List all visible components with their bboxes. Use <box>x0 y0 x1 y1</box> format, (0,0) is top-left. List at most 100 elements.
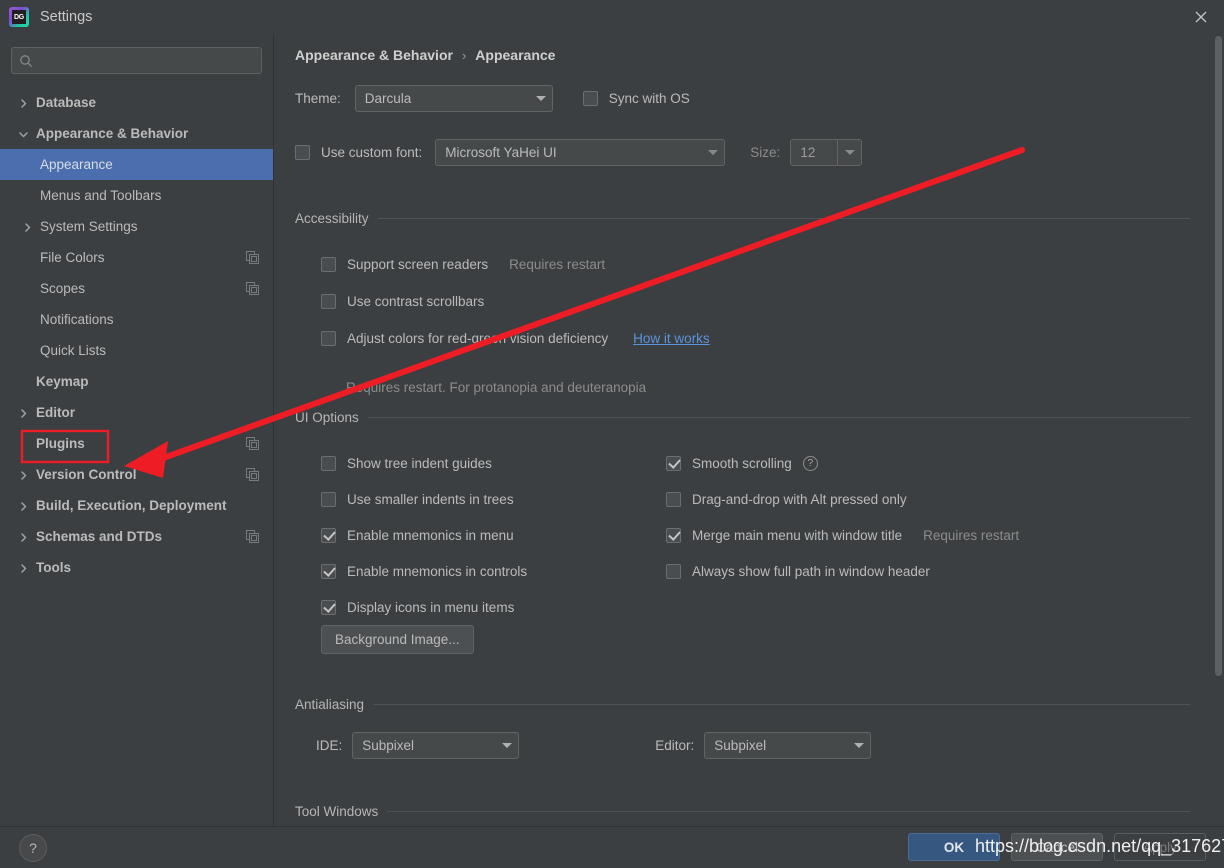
content-scrollbar[interactable] <box>1213 34 1224 826</box>
sidebar-item-scopes[interactable]: Scopes <box>0 273 273 304</box>
sidebar-item-editor[interactable]: Editor <box>0 397 273 428</box>
checkbox-row[interactable]: Display icons in menu items <box>321 589 527 625</box>
checkbox-row[interactable]: Use contrast scrollbars <box>321 283 710 320</box>
checkbox-row[interactable]: Enable mnemonics in controls <box>321 553 527 589</box>
chevron-right-icon[interactable] <box>18 469 29 480</box>
chevron-down-icon <box>702 150 724 155</box>
sidebar-item-menus-and-toolbars[interactable]: Menus and Toolbars <box>0 180 273 211</box>
chevron-right-icon[interactable] <box>18 97 29 108</box>
settings-sidebar: Database Appearance & Behavior Appearance M… <box>0 34 274 826</box>
checkbox-row[interactable]: Adjust colors for red-green vision defic… <box>321 320 710 357</box>
font-size-value: 12 <box>800 145 816 160</box>
copy-settings-icon[interactable] <box>246 251 259 264</box>
section-divider <box>367 417 1190 418</box>
help-button[interactable]: ? <box>19 834 47 862</box>
checkbox-box[interactable] <box>666 563 681 579</box>
sidebar-item-label: Keymap <box>36 374 89 389</box>
sidebar-item-tools[interactable]: Tools <box>0 552 273 583</box>
sidebar-item-plugins[interactable]: Plugins <box>0 428 273 459</box>
editor-antialiasing-value: Subpixel <box>714 738 767 753</box>
checkbox-box[interactable] <box>321 599 336 615</box>
sidebar-item-version-control[interactable]: Version Control <box>0 459 273 490</box>
checkbox-row[interactable]: Merge main menu with window title Require… <box>666 517 1019 553</box>
copy-settings-icon[interactable] <box>246 437 259 450</box>
sidebar-item-system-settings[interactable]: System Settings <box>0 211 273 242</box>
sync-with-os-box[interactable] <box>582 91 598 106</box>
sidebar-item-label: Plugins <box>36 436 85 451</box>
use-custom-font-box[interactable] <box>295 145 310 160</box>
checkbox-box[interactable] <box>666 491 681 507</box>
sidebar-item-quick-lists[interactable]: Quick Lists <box>0 335 273 366</box>
search-field[interactable] <box>11 47 262 74</box>
copy-settings-icon[interactable] <box>246 282 259 295</box>
ide-antialiasing-select[interactable]: Subpixel <box>352 732 520 759</box>
ui-options-section-header: UI Options <box>295 410 1190 425</box>
title-bar: Settings <box>0 0 1224 34</box>
checkbox-box[interactable] <box>321 331 336 346</box>
ide-antialiasing-label: IDE: <box>316 738 343 753</box>
chevron-right-icon[interactable] <box>18 531 29 542</box>
sidebar-item-database[interactable]: Database <box>0 87 273 118</box>
theme-select[interactable]: Darcula <box>354 85 553 112</box>
sidebar-item-label: Notifications <box>40 312 114 327</box>
font-size-spinner[interactable]: 12 <box>790 139 863 166</box>
breadcrumb-root[interactable]: Appearance & Behavior <box>295 47 453 63</box>
editor-antialiasing-select[interactable]: Subpixel <box>704 732 872 759</box>
sidebar-item-appearance-behavior[interactable]: Appearance & Behavior <box>0 118 273 149</box>
chevron-right-icon[interactable] <box>18 500 29 511</box>
search-icon <box>19 54 33 68</box>
checkbox-row[interactable]: Use smaller indents in trees <box>321 481 527 517</box>
checkbox-box[interactable] <box>666 527 681 543</box>
antialiasing-title: Antialiasing <box>295 697 365 712</box>
requires-restart-note: Requires restart <box>509 257 606 272</box>
chevron-right-icon[interactable] <box>22 221 33 232</box>
checkbox-box[interactable] <box>321 491 336 507</box>
checkbox-box[interactable] <box>666 455 681 471</box>
theme-label: Theme: <box>295 91 341 106</box>
checkbox-box[interactable] <box>321 455 336 471</box>
checkbox-row[interactable]: Show tree indent guides <box>321 445 527 481</box>
close-icon[interactable] <box>1178 0 1224 34</box>
sync-with-os-checkbox[interactable]: Sync with OS <box>582 91 690 106</box>
checkbox-box[interactable] <box>321 294 336 309</box>
sidebar-item-appearance[interactable]: Appearance <box>0 149 273 180</box>
checkbox-label: Always show full path in window header <box>692 563 930 579</box>
checkbox-label: Use contrast scrollbars <box>347 294 485 309</box>
sidebar-item-file-colors[interactable]: File Colors <box>0 242 273 273</box>
section-divider <box>387 811 1190 812</box>
checkbox-row[interactable]: Always show full path in window header <box>666 553 1019 589</box>
font-family-value: Microsoft YaHei UI <box>445 145 557 160</box>
section-divider <box>377 218 1190 219</box>
settings-tree: Database Appearance & Behavior Appearance M… <box>0 87 273 583</box>
search-input[interactable] <box>38 48 254 73</box>
copy-settings-icon[interactable] <box>246 530 259 543</box>
chevron-down-icon[interactable] <box>837 140 861 165</box>
checkbox-box[interactable] <box>321 563 336 579</box>
tool-windows-title: Tool Windows <box>295 804 379 819</box>
use-custom-font-checkbox[interactable]: Use custom font: <box>295 145 422 160</box>
sidebar-item-keymap[interactable]: Keymap <box>0 366 273 397</box>
help-icon[interactable]: ? <box>802 455 818 471</box>
checkbox-box[interactable] <box>321 257 336 272</box>
chevron-down-icon[interactable] <box>18 128 29 139</box>
checkbox-label: Smooth scrolling <box>692 455 792 471</box>
checkbox-row[interactable]: Enable mnemonics in menu <box>321 517 527 553</box>
how-it-works-link[interactable]: How it works <box>633 331 710 346</box>
sidebar-item-label: Schemas and DTDs <box>36 529 163 544</box>
checkbox-row[interactable]: Smooth scrolling? <box>666 445 1019 481</box>
background-image-button[interactable]: Background Image... <box>321 625 474 654</box>
chevron-right-icon[interactable] <box>18 407 29 418</box>
sidebar-item-label: Scopes <box>40 281 86 296</box>
checkbox-row[interactable]: Support screen readers Requires restart <box>321 246 710 283</box>
sidebar-item-schemas-and-dtds[interactable]: Schemas and DTDs <box>0 521 273 552</box>
copy-settings-icon[interactable] <box>246 468 259 481</box>
sidebar-item-build-execution-deployment[interactable]: Build, Execution, Deployment <box>0 490 273 521</box>
chevron-down-icon <box>496 743 518 748</box>
sidebar-item-label: Tools <box>36 560 71 575</box>
scrollbar-thumb[interactable] <box>1215 36 1222 676</box>
checkbox-box[interactable] <box>321 527 336 543</box>
font-family-select[interactable]: Microsoft YaHei UI <box>435 139 726 166</box>
sidebar-item-notifications[interactable]: Notifications <box>0 304 273 335</box>
chevron-right-icon[interactable] <box>18 562 29 573</box>
checkbox-row[interactable]: Drag-and-drop with Alt pressed only <box>666 481 1019 517</box>
